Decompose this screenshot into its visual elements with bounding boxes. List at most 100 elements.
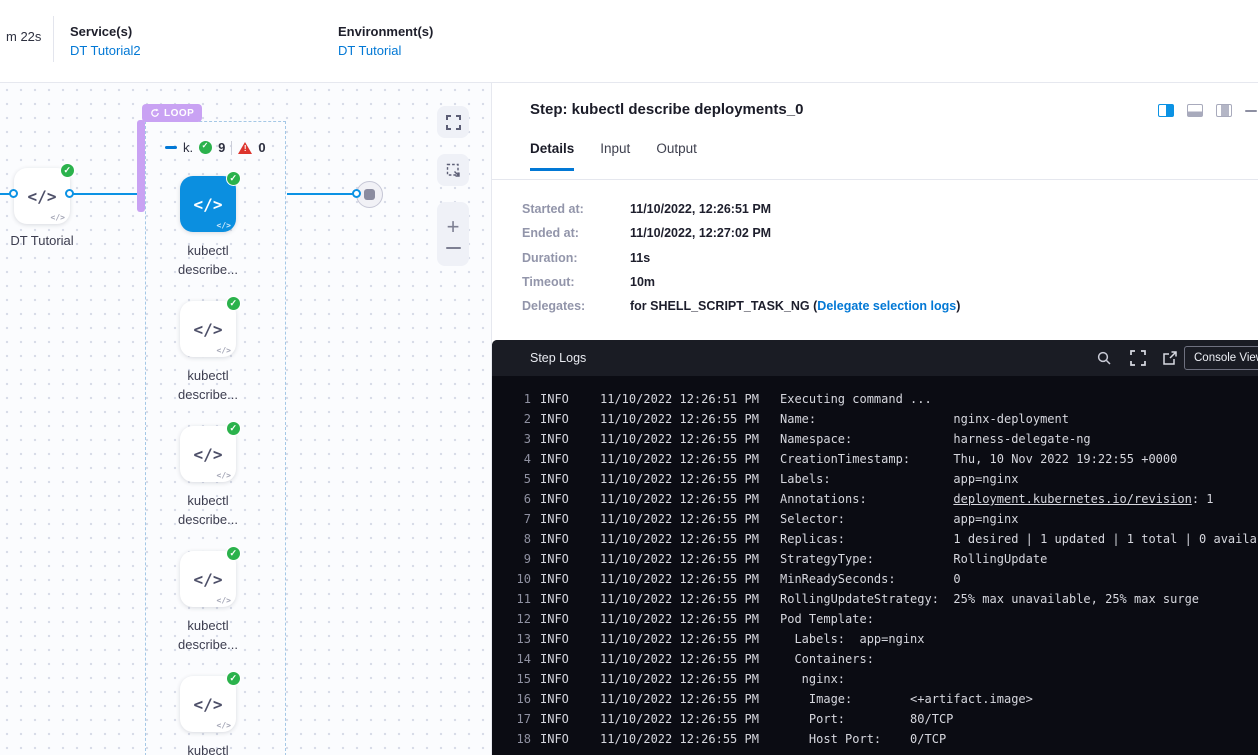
zoom-control: +: [437, 202, 469, 266]
service-link[interactable]: DT Tutorial2: [70, 43, 141, 58]
connection-point[interactable]: [352, 189, 361, 198]
open-external-icon[interactable]: [1162, 350, 1178, 371]
log-message: Labels: app=nginx: [780, 629, 925, 649]
step-label-line1: kubectl: [143, 741, 273, 755]
log-message: Name: nginx-deployment: [780, 409, 1069, 429]
log-line-number: 18: [510, 729, 531, 749]
execution-top-bar: m 22s Service(s) DT Tutorial2 Environmen…: [0, 0, 1258, 82]
connection-point[interactable]: [9, 189, 18, 198]
search-icon[interactable]: [1097, 351, 1111, 370]
log-line: 14 INFO11/10/2022 12:26:55 PM Containers:: [492, 649, 1258, 669]
stage-node-dt-tutorial[interactable]: </> </>: [14, 168, 70, 224]
code-icon-small: </>: [217, 346, 231, 355]
log-line-number: 1: [510, 389, 531, 409]
log-level: INFO: [540, 469, 600, 489]
log-level: INFO: [540, 429, 600, 449]
layout-bottom-view-icon[interactable]: [1187, 104, 1203, 117]
log-timestamp: 11/10/2022 12:26:55 PM: [600, 449, 780, 469]
code-icon: </>: [194, 445, 223, 464]
log-line: 4INFO11/10/2022 12:26:55 PMCreationTimes…: [492, 449, 1258, 469]
environment-link[interactable]: DT Tutorial: [338, 43, 401, 58]
step-node-label: kubectldescribe...: [143, 616, 273, 654]
log-lines: 1INFO11/10/2022 12:26:51 PMExecuting com…: [492, 376, 1258, 755]
code-icon: </>: [194, 195, 223, 214]
step-label-line2: describe...: [143, 385, 273, 404]
connection-point[interactable]: [65, 189, 74, 198]
pipeline-graph-canvas[interactable]: LOOP k. 9 0 </> </> DT Tutorial </></>ku…: [0, 83, 492, 755]
log-timestamp: 11/10/2022 12:26:55 PM: [600, 649, 780, 669]
log-line-number: 9: [510, 549, 531, 569]
log-line: 3INFO11/10/2022 12:26:55 PMNamespace: ha…: [492, 429, 1258, 449]
log-level: INFO: [540, 489, 600, 509]
log-timestamp: 11/10/2022 12:26:55 PM: [600, 569, 780, 589]
log-line-number: 14: [510, 649, 531, 669]
log-level: INFO: [540, 529, 600, 549]
detail-value: 10m: [630, 275, 655, 289]
log-line: 2INFO11/10/2022 12:26:55 PMName: nginx-d…: [492, 409, 1258, 429]
success-badge-icon: [226, 671, 241, 686]
code-icon: </>: [194, 320, 223, 339]
log-line: 17INFO11/10/2022 12:26:55 PM Port: 80/TC…: [492, 709, 1258, 729]
log-message: Pod Template:: [780, 609, 874, 629]
step-node-label: kubectldescribe...: [143, 741, 273, 755]
loop-container-bar: [137, 120, 145, 212]
step-node-kubectl-describe[interactable]: </> </>: [180, 176, 236, 232]
error-count: 0: [258, 140, 265, 155]
pipeline-execution-screen: m 22s Service(s) DT Tutorial2 Environmen…: [0, 0, 1258, 755]
code-icon-small: </>: [217, 221, 231, 230]
layout-right-view-icon[interactable]: [1216, 104, 1232, 117]
code-icon-small: </>: [217, 596, 231, 605]
log-timestamp: 11/10/2022 12:26:55 PM: [600, 469, 780, 489]
collapse-icon[interactable]: [165, 146, 177, 149]
minimize-icon[interactable]: [1245, 110, 1257, 112]
log-level: INFO: [540, 649, 600, 669]
zoom-in-button[interactable]: +: [447, 219, 460, 235]
log-line: 11INFO11/10/2022 12:26:55 PMRollingUpdat…: [492, 589, 1258, 609]
log-level: INFO: [540, 389, 600, 409]
log-timestamp: 11/10/2022 12:26:55 PM: [600, 609, 780, 629]
layout-split-view-icon[interactable]: [1158, 104, 1174, 117]
log-timestamp: 11/10/2022 12:26:55 PM: [600, 489, 780, 509]
loop-badge[interactable]: LOOP: [142, 104, 202, 122]
zoom-out-button[interactable]: [446, 247, 461, 249]
step-node-kubectl-describe[interactable]: </></>: [180, 426, 236, 482]
tab-input[interactable]: Input: [600, 141, 630, 171]
step-node-label: kubectldescribe...: [143, 366, 273, 404]
step-node-kubectl-describe[interactable]: </></>: [180, 676, 236, 732]
log-timestamp: 11/10/2022 12:26:55 PM: [600, 709, 780, 729]
log-message: Labels: app=nginx: [780, 469, 1018, 489]
detail-row: Timeout:10m: [522, 275, 1222, 295]
elapsed-time: m 22s: [6, 29, 41, 44]
code-icon: </>: [194, 695, 223, 714]
log-line: 10INFO11/10/2022 12:26:55 PMMinReadySeco…: [492, 569, 1258, 589]
log-line-number: 10: [510, 569, 531, 589]
log-level: INFO: [540, 689, 600, 709]
delegate-selection-logs-link[interactable]: Delegate selection logs: [817, 299, 956, 313]
step-node-kubectl-describe[interactable]: </> </>: [180, 301, 236, 357]
log-line-number: 3: [510, 429, 531, 449]
log-line-number: 5: [510, 469, 531, 489]
annotation-link[interactable]: deployment.kubernetes.io/revision: [953, 492, 1191, 506]
expand-logs-icon[interactable]: [1130, 350, 1146, 371]
step-node-kubectl-describe[interactable]: </></>: [180, 551, 236, 607]
log-level: INFO: [540, 709, 600, 729]
log-timestamp: 11/10/2022 12:26:55 PM: [600, 549, 780, 569]
step-group-header: k. 9 0: [165, 140, 266, 155]
step-label-line1: kubectl: [143, 241, 273, 260]
loop-badge-label: LOOP: [164, 108, 194, 119]
log-line: 6INFO11/10/2022 12:26:55 PMAnnotations: …: [492, 489, 1258, 509]
success-count: 9: [218, 140, 225, 155]
stop-icon: [364, 189, 375, 200]
edge-line: [287, 193, 358, 195]
fullscreen-button[interactable]: [437, 106, 469, 138]
tab-output[interactable]: Output: [656, 141, 697, 171]
log-line-number: 12: [510, 609, 531, 629]
tab-details[interactable]: Details: [530, 141, 574, 171]
marquee-select-button[interactable]: [437, 154, 469, 186]
log-line-number: 4: [510, 449, 531, 469]
detail-tabs: Details Input Output: [530, 141, 697, 171]
log-message: Containers:: [780, 649, 874, 669]
log-message: Selector: app=nginx: [780, 509, 1018, 529]
services-label: Service(s): [70, 24, 132, 39]
console-view-button[interactable]: Console View: [1184, 346, 1258, 370]
